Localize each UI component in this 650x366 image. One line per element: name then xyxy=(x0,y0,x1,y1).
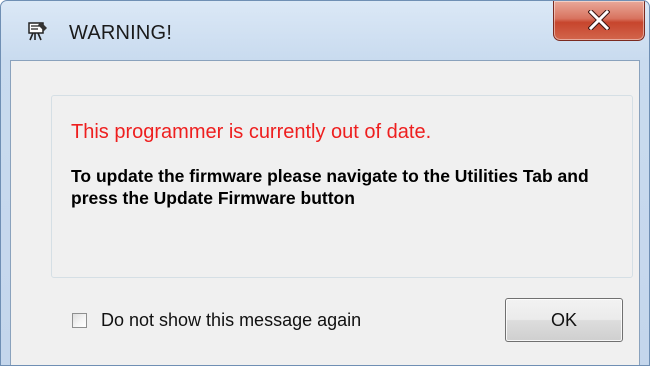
close-icon xyxy=(588,10,610,30)
window-title: WARNING! xyxy=(69,22,173,44)
dialog-body: This programmer is currently out of date… xyxy=(10,60,640,365)
out-of-date-message: This programmer is currently out of date… xyxy=(71,121,432,143)
update-instructions: To update the firmware please navigate t… xyxy=(71,166,589,208)
dont-show-again-checkbox[interactable] xyxy=(72,313,87,328)
warning-dialog: WARNING! This programmer is currently ou… xyxy=(0,0,650,366)
dont-show-again-label[interactable]: Do not show this message again xyxy=(101,310,361,331)
close-button[interactable] xyxy=(553,1,645,41)
title-bar[interactable]: WARNING! xyxy=(1,1,649,59)
programmer-app-icon xyxy=(27,20,49,42)
ok-button[interactable]: OK xyxy=(505,298,623,342)
message-panel: This programmer is currently out of date… xyxy=(51,95,633,278)
